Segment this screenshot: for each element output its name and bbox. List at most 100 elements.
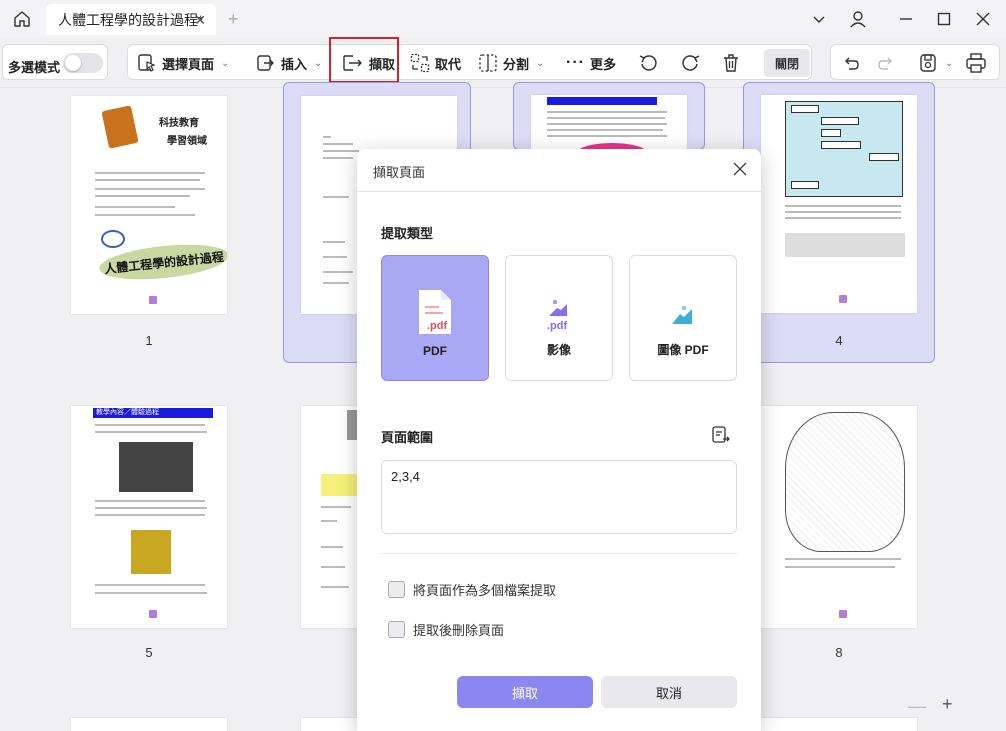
bookmark-icon — [149, 296, 157, 304]
page-number-5: 5 — [145, 645, 153, 660]
page-card-4-selected[interactable]: 4 — [743, 82, 935, 363]
more-button[interactable]: ··· 更多 — [566, 50, 616, 76]
page-1-heading-2: 學習領域 — [167, 136, 207, 147]
close-window-icon[interactable] — [972, 8, 994, 30]
page-thumbnail-8[interactable] — [761, 406, 917, 628]
page-number-1: 1 — [145, 333, 153, 348]
rotate-left-icon — [639, 55, 657, 71]
rotate-right-icon — [682, 55, 700, 71]
page-card-3-selected[interactable] — [513, 82, 705, 155]
tab-close-icon[interactable]: ✕ — [194, 12, 206, 29]
delete-button[interactable] — [721, 50, 741, 76]
page-8-sketch — [785, 412, 905, 552]
pdf-file-icon: .pdf — [415, 288, 455, 339]
multi-select-label: 多選模式 — [8, 60, 61, 75]
image-pdf-tag: .pdf — [547, 320, 568, 332]
zoom-in-button[interactable]: + — [942, 694, 953, 715]
page-3-header-bar — [547, 97, 657, 105]
select-pages-icon — [138, 54, 156, 72]
bookmark-icon — [839, 295, 847, 303]
zoom-out-button[interactable]: — — [908, 696, 926, 717]
select-pages-button[interactable]: 選擇頁面 ⌄ — [137, 50, 229, 76]
maximize-icon[interactable] — [933, 8, 955, 30]
trash-icon — [724, 54, 738, 72]
more-dots-icon: ··· — [566, 54, 585, 71]
page-thumbnail-12[interactable] — [761, 718, 917, 731]
image-icon — [670, 304, 696, 329]
page-thumbnail-10[interactable] — [301, 718, 357, 731]
type-label-image: 影像 — [546, 343, 571, 357]
home-button[interactable] — [10, 7, 34, 31]
account-icon[interactable] — [847, 8, 869, 30]
undo-button[interactable] — [842, 50, 860, 76]
home-icon — [14, 11, 30, 27]
tab-title: 人體工程學的設計過程* — [58, 11, 204, 28]
extract-pages-dialog: 擷取頁面 提取類型 .pdf PDF .pdf 影像 圖像 PDF 頁面範圍 2… — [357, 149, 761, 731]
option-multiple-files[interactable]: 將頁面作為多個檔案提取 — [388, 580, 556, 599]
multiple-files-label: 將頁面作為多個檔案提取 — [413, 583, 557, 598]
minimize-icon[interactable] — [895, 8, 917, 30]
extract-highlight-box — [329, 37, 399, 83]
type-card-image[interactable]: .pdf 影像 — [505, 255, 613, 381]
page-thumbnail-6[interactable] — [301, 406, 357, 628]
page-thumbnail-9[interactable] — [71, 718, 227, 731]
document-tab[interactable]: 人體工程學的設計過程* ✕ — [46, 4, 216, 35]
page-number-4: 4 — [835, 333, 843, 348]
replace-icon — [410, 53, 430, 73]
page-tools-group — [127, 44, 812, 80]
undo-icon — [845, 57, 859, 70]
split-icon — [479, 54, 497, 72]
page-5-photo-1 — [119, 442, 193, 492]
insert-button[interactable]: 插入 ⌄ — [256, 50, 322, 76]
page-thumbnail-3 — [531, 95, 687, 155]
pdf-tag: .pdf — [427, 320, 448, 332]
type-label-pdf: PDF — [423, 344, 447, 358]
close-button[interactable]: 關閉 — [764, 49, 810, 77]
delete-after-label: 提取後刪除頁面 — [413, 623, 505, 638]
page-thumbnail-1[interactable]: 科技教育 學習領域 人體工程學的設計過程 — [71, 96, 227, 314]
image-pdf-icon: .pdf — [547, 298, 571, 332]
redo-button[interactable] — [877, 50, 895, 76]
save-icon — [920, 54, 936, 72]
dialog-title: 擷取頁面 — [373, 165, 426, 180]
type-card-pdf[interactable]: .pdf PDF — [381, 255, 489, 381]
split-button[interactable]: 分割 ⌄ — [478, 50, 544, 76]
page-range-input[interactable]: 2,3,4 — [381, 460, 737, 534]
range-picker-icon[interactable] — [711, 425, 731, 448]
page-1-heading-1: 科技教育 — [159, 118, 199, 129]
chevron-down-icon: ⌄ — [221, 57, 230, 69]
dialog-close-icon[interactable] — [731, 160, 749, 178]
print-button[interactable] — [965, 50, 987, 76]
type-label-image-pdf: 圖像 PDF — [657, 343, 709, 357]
page-thumbnail-4 — [761, 95, 917, 313]
delete-after-checkbox[interactable] — [388, 621, 405, 638]
chevron-down-icon: ⌄ — [536, 57, 545, 69]
redo-icon — [878, 57, 892, 70]
atom-illustration — [101, 230, 125, 248]
notebook-illustration — [101, 105, 139, 149]
save-button[interactable]: ⌄ — [918, 50, 953, 76]
type-card-image-pdf[interactable]: 圖像 PDF — [629, 255, 737, 381]
chevron-down-icon[interactable] — [808, 8, 830, 30]
bookmark-icon — [839, 610, 847, 618]
new-tab-button[interactable]: + — [228, 9, 239, 30]
page-5-photo-2 — [131, 530, 171, 574]
printer-icon — [966, 53, 986, 73]
rotate-right-button[interactable] — [679, 50, 701, 76]
multiple-files-checkbox[interactable] — [388, 581, 405, 598]
multi-select-toggle[interactable] — [63, 53, 103, 73]
title-bar: 人體工程學的設計過程* ✕ + — [0, 0, 1006, 38]
rotate-left-button[interactable] — [638, 50, 660, 76]
page-range-heading: 頁面範圍 — [381, 430, 434, 445]
bookmark-icon — [149, 610, 157, 618]
cancel-button[interactable]: 取消 — [601, 676, 737, 708]
option-delete-after[interactable]: 提取後刪除頁面 — [388, 620, 504, 639]
page-5-banner: 教學內容／體驗過程 — [93, 408, 213, 418]
chevron-down-icon: ⌄ — [945, 57, 954, 69]
chevron-down-icon: ⌄ — [314, 57, 323, 69]
extract-confirm-button[interactable]: 擷取 — [457, 676, 593, 708]
extract-type-heading: 提取類型 — [381, 226, 434, 241]
insert-icon — [257, 55, 274, 71]
replace-button[interactable]: 取代 — [410, 50, 461, 76]
page-thumbnail-5[interactable]: 教學內容／體驗過程 — [71, 406, 227, 628]
